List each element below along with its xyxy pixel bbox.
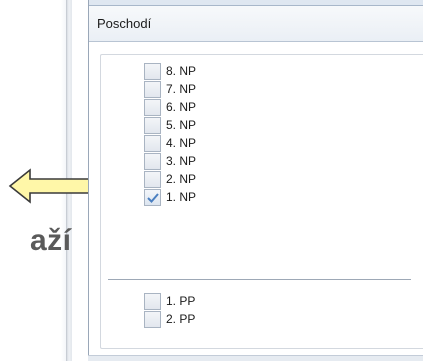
panel-title: Poschodí bbox=[97, 16, 152, 31]
floor-checkbox[interactable] bbox=[144, 62, 161, 80]
floor-checkbox[interactable] bbox=[144, 80, 161, 98]
floor-checkbox-checked[interactable] bbox=[144, 188, 161, 206]
floor-checkbox[interactable] bbox=[144, 292, 161, 310]
floor-label: 7. NP bbox=[166, 82, 197, 96]
floor-label: 8. NP bbox=[166, 64, 197, 78]
floor-label: 1. PP bbox=[166, 294, 196, 308]
floor-checkbox[interactable] bbox=[144, 152, 161, 170]
floor-checkbox[interactable] bbox=[144, 310, 161, 328]
floor-checkbox[interactable] bbox=[144, 170, 161, 188]
floor-row-7np[interactable]: 7. NP bbox=[144, 80, 196, 98]
floor-checkbox[interactable] bbox=[144, 134, 161, 152]
floor-row-4np[interactable]: 4. NP bbox=[144, 134, 196, 152]
checkmark-icon bbox=[147, 192, 159, 203]
floor-row-2pp[interactable]: 2. PP bbox=[144, 310, 195, 328]
floor-row-1np[interactable]: 1. NP bbox=[144, 188, 196, 206]
floor-group-divider bbox=[108, 279, 411, 280]
floor-label: 1. NP bbox=[166, 190, 197, 204]
floor-row-5np[interactable]: 5. NP bbox=[144, 116, 196, 134]
floor-label: 2. NP bbox=[166, 172, 197, 186]
floor-filter-panel: Poschodí bbox=[88, 0, 423, 361]
floor-row-1pp[interactable]: 1. PP bbox=[144, 292, 195, 310]
floor-label: 4. NP bbox=[166, 136, 197, 150]
floor-label: 2. PP bbox=[166, 312, 196, 326]
floors-below-list: 1. PP 2. PP bbox=[144, 292, 195, 328]
screen: aží Poschodí 8. NP 7. NP 6. NP 5. NP 4. … bbox=[0, 0, 423, 361]
floor-label: 6. NP bbox=[166, 100, 197, 114]
floors-above-list: 8. NP 7. NP 6. NP 5. NP 4. NP 3. NP 2. N… bbox=[144, 62, 196, 206]
floor-checkbox[interactable] bbox=[144, 116, 161, 134]
floor-row-2np[interactable]: 2. NP bbox=[144, 170, 196, 188]
floor-label: 3. NP bbox=[166, 154, 197, 168]
floor-checkbox[interactable] bbox=[144, 98, 161, 116]
floor-row-8np[interactable]: 8. NP bbox=[144, 62, 196, 80]
panel-header: Poschodí bbox=[89, 6, 423, 42]
panel-bottom-edge bbox=[88, 355, 423, 361]
floor-label: 5. NP bbox=[166, 118, 197, 132]
floor-row-6np[interactable]: 6. NP bbox=[144, 98, 196, 116]
floor-row-3np[interactable]: 3. NP bbox=[144, 152, 196, 170]
cropped-heading-text: aží bbox=[30, 224, 72, 257]
panel-body bbox=[89, 42, 423, 361]
